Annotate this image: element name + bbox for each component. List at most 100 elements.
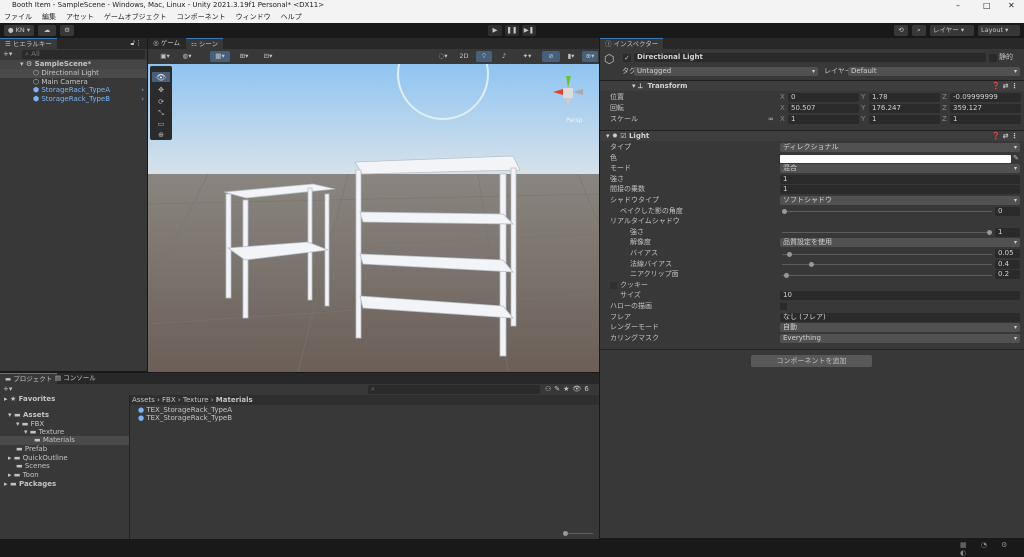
- tab-game[interactable]: ◎ ゲーム: [148, 38, 185, 49]
- x-input[interactable]: 50.507: [788, 104, 859, 113]
- tree-item[interactable]: ▬ Scenes: [0, 462, 129, 471]
- tree-item[interactable]: ▬ Materials: [0, 436, 129, 445]
- slider-handle[interactable]: [787, 251, 793, 257]
- icon-size-slider[interactable]: [563, 531, 593, 536]
- eyedropper-icon[interactable]: ✎: [1013, 154, 1019, 163]
- layer-dropdown[interactable]: Default: [848, 67, 1020, 76]
- cloud-icon[interactable]: ☁: [38, 25, 56, 36]
- baked-angle-input[interactable]: 0: [995, 206, 1020, 216]
- mode-dropdown[interactable]: 混合: [780, 164, 1020, 174]
- tree-item[interactable]: ▬ Prefab: [0, 445, 129, 454]
- z-input[interactable]: 1: [950, 115, 1021, 124]
- add-component-button[interactable]: コンポーネントを追加: [751, 355, 872, 367]
- strength-slider[interactable]: [782, 230, 992, 236]
- menu-component[interactable]: コンポーネント: [177, 11, 226, 23]
- flare-input[interactable]: なし (フレア): [780, 312, 1020, 322]
- hidden-objects-icon[interactable]: ⊘: [542, 51, 560, 62]
- z-input[interactable]: -0.09999999: [950, 93, 1021, 102]
- z-input[interactable]: 359.127: [950, 104, 1021, 113]
- history-icon[interactable]: ⟲: [894, 25, 908, 36]
- resolution-dropdown[interactable]: 品質設定を使用: [780, 238, 1020, 248]
- shading-dropdown[interactable]: ▣▾: [156, 51, 174, 62]
- effects-dropdown[interactable]: ✦▾: [516, 51, 538, 62]
- hierarchy-item[interactable]: ⬡ Directional Light: [0, 69, 147, 78]
- hierarchy-item[interactable]: ⬢ StorageRack_TypeA ›: [33, 86, 147, 95]
- menu-gameobject[interactable]: ゲームオブジェクト: [104, 11, 167, 23]
- gear-icon[interactable]: ⚙: [60, 25, 74, 36]
- play-button[interactable]: ▶: [488, 25, 502, 36]
- light-header[interactable]: ▾ ✹ ☑ Light ❓ ⇄ ⋮: [600, 130, 1024, 141]
- culling-dropdown[interactable]: Everything: [780, 333, 1020, 343]
- intensity-input[interactable]: 1: [780, 174, 1020, 184]
- x-input[interactable]: 0: [788, 93, 859, 102]
- menu-edit[interactable]: 編集: [42, 11, 56, 23]
- type-dropdown[interactable]: ディレクショナル: [780, 143, 1020, 152]
- near-plane-input[interactable]: 0.2: [995, 270, 1020, 280]
- breadcrumb-item[interactable]: Assets: [132, 396, 155, 404]
- baked-angle-slider[interactable]: [782, 209, 992, 215]
- strength-input[interactable]: 1: [995, 227, 1020, 237]
- breadcrumb-item[interactable]: Texture: [183, 396, 209, 404]
- lock-icon[interactable]: 🔓︎⋮: [130, 39, 142, 48]
- slider-handle[interactable]: [809, 262, 815, 268]
- add-button[interactable]: +▾: [3, 50, 12, 58]
- size-input[interactable]: 10: [780, 291, 1020, 301]
- static-checkbox[interactable]: [989, 54, 997, 62]
- color-swatch[interactable]: [780, 154, 1011, 163]
- render-dropdown[interactable]: ◍▾: [178, 51, 196, 62]
- layers-dropdown[interactable]: レイヤー ▾: [930, 25, 974, 36]
- halo-checkbox[interactable]: [780, 303, 787, 310]
- increment-snap-button[interactable]: ⊞▾: [234, 51, 254, 62]
- audio-toggle-icon[interactable]: ♪: [496, 51, 512, 62]
- shadow-type-dropdown[interactable]: ソフトシャドウ: [780, 196, 1020, 205]
- tree-item[interactable]: ▾ ▬ Assets: [0, 411, 129, 420]
- gizmos-dropdown[interactable]: ⊕▾: [582, 51, 598, 62]
- lighting-toggle-icon[interactable]: 💡︎: [476, 51, 492, 62]
- tag-dropdown[interactable]: Untagged: [634, 67, 818, 76]
- cookie-checkbox[interactable]: [610, 281, 617, 289]
- render-mode-dropdown[interactable]: 自動: [780, 323, 1020, 333]
- normal-bias-slider[interactable]: [782, 262, 992, 268]
- camera-settings-dropdown[interactable]: ▮▾: [562, 51, 580, 62]
- active-checkbox[interactable]: ✓: [623, 54, 631, 62]
- maximize-button[interactable]: □: [983, 0, 991, 11]
- bias-slider[interactable]: [782, 251, 992, 257]
- near-plane-slider[interactable]: [782, 272, 992, 278]
- bias-input[interactable]: 0.05: [995, 249, 1020, 258]
- tab-inspector[interactable]: ⓘ インスペクター: [600, 38, 664, 49]
- search-icon[interactable]: ⌕: [912, 25, 926, 36]
- menu-help[interactable]: ヘルプ: [281, 11, 302, 23]
- tab-scene[interactable]: ⚏ シーン: [186, 38, 224, 49]
- tree-item[interactable]: ▸ ▬ Packages: [0, 480, 129, 489]
- favorites-item[interactable]: ▸ ★ Favorites: [4, 395, 55, 404]
- align-button[interactable]: ⊟▾: [258, 51, 278, 62]
- scene-viewport[interactable]: 👁︎ ✥ ⟳ ⤡ ▭ ⊕ Persp: [148, 64, 599, 372]
- constrain-proportions-icon[interactable]: ∞: [768, 115, 774, 124]
- breadcrumb-item[interactable]: Materials: [216, 396, 253, 404]
- normal-bias-input[interactable]: 0.4: [995, 259, 1020, 269]
- tree-item[interactable]: ▸ ▬ Toon: [0, 471, 129, 480]
- slider-handle[interactable]: [987, 230, 992, 236]
- breadcrumb-item[interactable]: FBX: [162, 396, 176, 404]
- scene-root[interactable]: ▾ ⚙ SampleScene*: [0, 60, 147, 69]
- file-item[interactable]: ● TEX_StorageRack_TypeB: [138, 414, 232, 423]
- grid-snap-button[interactable]: ▦▾: [210, 51, 230, 62]
- menu-window[interactable]: ウィンドウ: [236, 11, 271, 23]
- transform-header[interactable]: ▾ ⟂ Transform ❓ ⇄ ⋮: [600, 80, 1024, 91]
- y-input[interactable]: 1.78: [869, 93, 940, 102]
- account-button[interactable]: ● KN ▾: [4, 25, 34, 36]
- hierarchy-search-input[interactable]: ⌕ All: [22, 50, 145, 59]
- pause-button[interactable]: ❚❚: [505, 25, 519, 36]
- indirect-input[interactable]: 1: [780, 185, 1020, 195]
- layout-dropdown[interactable]: Layout ▾: [978, 25, 1020, 36]
- menu-file[interactable]: ファイル: [4, 11, 32, 23]
- x-input[interactable]: 1: [788, 115, 859, 124]
- tab-hierarchy[interactable]: ☰ ヒエラルキー: [0, 38, 57, 49]
- 2d-toggle[interactable]: 2D: [456, 51, 472, 62]
- y-input[interactable]: 176.247: [869, 104, 940, 113]
- close-button[interactable]: ✕: [1008, 0, 1015, 11]
- create-button[interactable]: +▾: [3, 385, 12, 393]
- object-name-input[interactable]: Directional Light: [634, 53, 986, 62]
- camera-mode-dropdown[interactable]: ◌▾: [434, 51, 452, 62]
- project-search-input[interactable]: ⌕: [368, 385, 540, 394]
